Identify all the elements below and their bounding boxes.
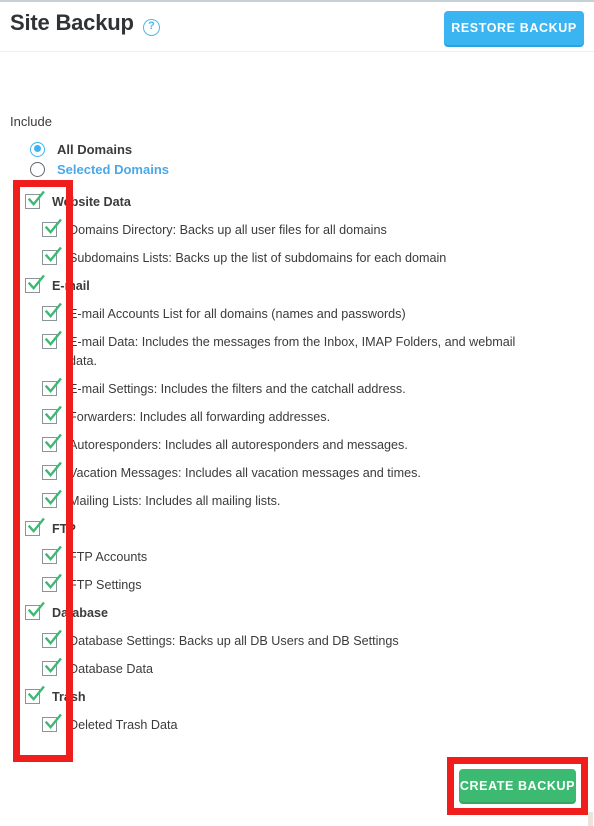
tree-item-label: Trash xyxy=(52,690,86,704)
checkbox-checked-icon[interactable] xyxy=(25,601,45,620)
tree-item[interactable]: E-mail Data: Includes the messages from … xyxy=(0,330,594,371)
tree-item[interactable]: Vacation Messages: Includes all vacation… xyxy=(0,461,594,483)
tree-item-label: Vacation Messages: Includes all vacation… xyxy=(69,466,421,480)
tree-item-label: Autoresponders: Includes all autorespond… xyxy=(69,438,408,452)
radio-label-all-domains: All Domains xyxy=(57,141,133,157)
radio-option-all-domains[interactable]: All Domains xyxy=(30,139,132,159)
tree-item[interactable]: Domains Directory: Backs up all user fil… xyxy=(0,218,594,240)
backup-items-tree: Website Data Domains Directory: Backs up … xyxy=(0,190,594,744)
tree-item[interactable]: Mailing Lists: Includes all mailing list… xyxy=(0,489,594,511)
tree-item-label: FTP xyxy=(52,522,76,536)
tree-item-label: Website Data xyxy=(52,195,131,209)
restore-backup-button[interactable]: RESTORE BACKUP xyxy=(444,11,584,45)
radio-option-selected-domains[interactable]: Selected Domains xyxy=(30,159,169,179)
radio-label-selected-domains[interactable]: Selected Domains xyxy=(57,162,169,177)
page-header: Site Backup ? RESTORE BACKUP xyxy=(0,2,594,52)
tree-item-label: Database Data xyxy=(69,662,154,676)
tree-item[interactable]: FTP Settings xyxy=(0,573,594,595)
tree-item-label: FTP Accounts xyxy=(69,550,148,564)
checkbox-checked-icon[interactable] xyxy=(25,190,45,209)
checkbox-checked-icon[interactable] xyxy=(42,218,62,237)
tree-item-label: Domains Directory: Backs up all user fil… xyxy=(69,223,387,237)
tree-item[interactable]: Subdomains Lists: Backs up the list of s… xyxy=(0,246,594,268)
checkbox-checked-icon[interactable] xyxy=(42,246,62,265)
checkbox-checked-icon[interactable] xyxy=(42,545,62,564)
tree-item[interactable]: E-mail xyxy=(0,274,594,296)
tree-item[interactable]: Database xyxy=(0,601,594,623)
radio-icon-all-domains[interactable] xyxy=(30,141,45,157)
tree-item[interactable]: E-mail Accounts List for all domains (na… xyxy=(0,302,594,324)
tree-item-label: Subdomains Lists: Backs up the list of s… xyxy=(69,251,447,265)
checkbox-checked-icon[interactable] xyxy=(42,405,62,424)
checkbox-checked-icon[interactable] xyxy=(42,713,62,732)
tree-item-label: Mailing Lists: Includes all mailing list… xyxy=(69,494,281,508)
tree-item[interactable]: Deleted Trash Data xyxy=(0,713,594,735)
checkbox-checked-icon[interactable] xyxy=(42,657,62,676)
tree-item[interactable]: FTP xyxy=(0,517,594,539)
question-circle-icon[interactable]: ? xyxy=(143,19,160,36)
checkbox-checked-icon[interactable] xyxy=(42,377,62,396)
checkbox-checked-icon[interactable] xyxy=(42,629,62,648)
tree-item-label: Database Settings: Backs up all DB Users… xyxy=(69,634,399,648)
page-title: Site Backup xyxy=(10,10,134,35)
checkbox-checked-icon[interactable] xyxy=(42,433,62,452)
tree-item[interactable]: Database Settings: Backs up all DB Users… xyxy=(0,629,594,651)
tree-item-label: FTP Settings xyxy=(69,578,142,592)
tree-item-label: Database xyxy=(52,606,109,620)
tree-item-label: E-mail Accounts List for all domains (na… xyxy=(69,307,406,321)
checkbox-checked-icon[interactable] xyxy=(25,685,45,704)
tree-item[interactable]: Database Data xyxy=(0,657,594,679)
checkbox-checked-icon[interactable] xyxy=(42,573,62,592)
tree-item[interactable]: Autoresponders: Includes all autorespond… xyxy=(0,433,594,455)
checkbox-checked-icon[interactable] xyxy=(42,489,62,508)
checkbox-checked-icon[interactable] xyxy=(42,302,62,321)
tree-item-label: Deleted Trash Data xyxy=(69,718,178,732)
tree-item-label: Forwarders: Includes all forwarding addr… xyxy=(69,410,331,424)
checkbox-checked-icon[interactable] xyxy=(42,330,62,349)
tree-item[interactable]: FTP Accounts xyxy=(0,545,594,567)
include-label: Include xyxy=(10,114,52,129)
checkbox-checked-icon[interactable] xyxy=(42,461,62,480)
radio-icon-selected-domains[interactable] xyxy=(30,161,45,177)
tree-item[interactable]: Website Data xyxy=(0,190,594,212)
tree-item[interactable]: Trash xyxy=(0,685,594,707)
tree-item[interactable]: Forwarders: Includes all forwarding addr… xyxy=(0,405,594,427)
tree-item-label: E-mail xyxy=(52,279,90,293)
checkbox-checked-icon[interactable] xyxy=(25,274,45,293)
tree-item-label: E-mail Data: Includes the messages from … xyxy=(69,335,516,368)
page-corner-artifact xyxy=(588,812,593,826)
tree-item[interactable]: E-mail Settings: Includes the filters an… xyxy=(0,377,594,399)
create-backup-button[interactable]: CREATE BACKUP xyxy=(459,769,576,802)
tree-item-label: E-mail Settings: Includes the filters an… xyxy=(69,382,406,396)
checkbox-checked-icon[interactable] xyxy=(25,517,45,536)
